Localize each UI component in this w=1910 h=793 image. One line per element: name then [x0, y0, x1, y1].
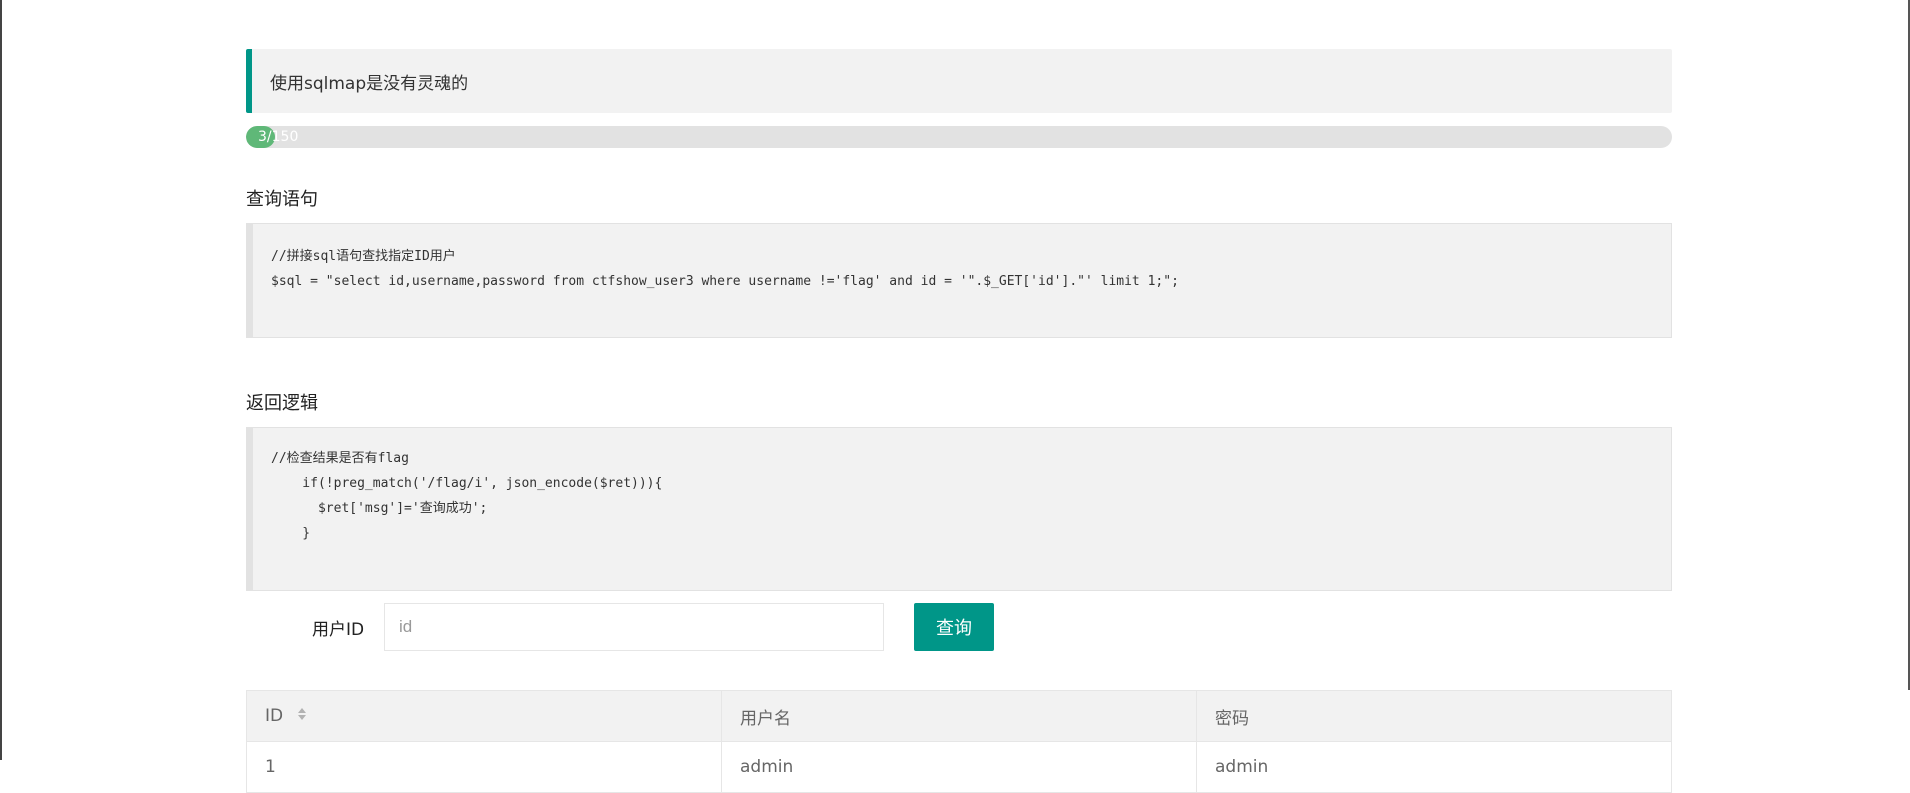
code-line: }: [271, 526, 311, 541]
code-line: //拼接sql语句查找指定ID用户: [271, 249, 456, 264]
query-code-block: //拼接sql语句查找指定ID用户 $sql = "select id,user…: [246, 223, 1672, 338]
progress-bar: 3/150: [246, 126, 1672, 148]
column-header-label: 用户名: [740, 708, 791, 729]
user-id-label: 用户ID: [312, 620, 365, 640]
user-id-input[interactable]: [384, 603, 884, 651]
query-button[interactable]: 查询: [914, 603, 994, 651]
notice-text: 使用sqlmap是没有灵魂的: [270, 73, 469, 94]
main-content: 使用sqlmap是没有灵魂的 3/150 查询语句 //拼接sql语句查找指定I…: [246, 49, 1672, 793]
table-row: 1 admin admin: [246, 741, 1672, 793]
query-section-title: 查询语句: [246, 189, 318, 210]
code-line: $ret['msg']='查询成功';: [271, 501, 488, 516]
cell-id: 1: [246, 741, 722, 793]
return-code-block: //检查结果是否有flag if(!preg_match('/flag/i', …: [246, 427, 1672, 591]
sort-icon[interactable]: [297, 706, 307, 726]
notice-banner: 使用sqlmap是没有灵魂的: [246, 49, 1672, 113]
code-line: $sql = "select id,username,password from…: [271, 274, 1179, 289]
column-header-username: 用户名: [721, 690, 1197, 742]
search-form: 用户ID 查询: [246, 603, 1672, 653]
return-section-title: 返回逻辑: [246, 393, 318, 414]
column-header-id[interactable]: ID: [246, 690, 722, 742]
cell-username: admin: [721, 741, 1197, 793]
code-line: if(!preg_match('/flag/i', json_encode($r…: [271, 476, 663, 491]
cell-password: admin: [1196, 741, 1672, 793]
column-header-label: ID: [265, 706, 284, 726]
table-header-row: ID 用户名 密码: [246, 690, 1672, 742]
column-header-password: 密码: [1196, 690, 1672, 742]
code-line: //检查结果是否有flag: [271, 451, 409, 466]
progress-label: 3/150: [258, 129, 299, 145]
column-header-label: 密码: [1215, 708, 1249, 729]
result-table: ID 用户名 密码 1 admin admin: [246, 690, 1672, 793]
left-border: [0, 0, 2, 760]
